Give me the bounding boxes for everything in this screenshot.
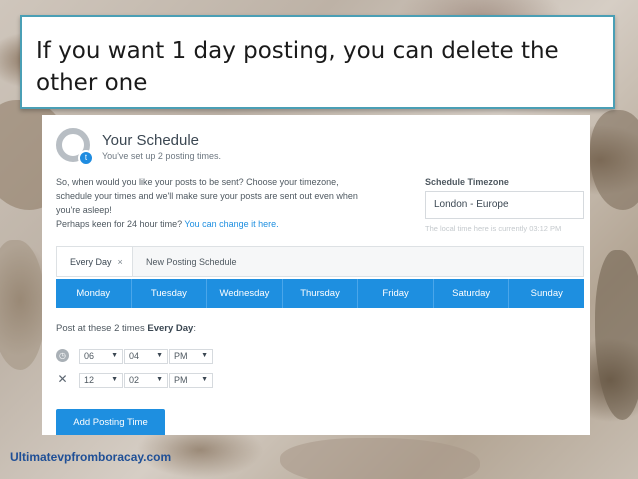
tab-every-day[interactable]: Every Day × — [57, 247, 133, 276]
description-line: Perhaps keen for 24 hour time? You can c… — [56, 217, 416, 231]
add-posting-time-button[interactable]: Add Posting Time — [56, 409, 165, 435]
background-stone — [0, 240, 45, 370]
chevron-down-icon: ▼ — [156, 352, 163, 359]
description-line: you're asleep! — [56, 205, 112, 215]
post-at-emphasis: Every Day — [147, 323, 194, 334]
ampm-value: PM — [174, 375, 188, 385]
clock-icon: ◷ — [56, 349, 69, 362]
timezone-note: The local time here is currently 03:12 P… — [425, 224, 562, 233]
hour-select[interactable]: 06 ▼ — [79, 349, 123, 364]
post-at-prefix: Post at these 2 times — [56, 323, 145, 334]
day-toggle-friday[interactable]: Friday — [358, 279, 434, 308]
background-stone — [590, 110, 638, 210]
day-toggle-saturday[interactable]: Saturday — [434, 279, 510, 308]
hour-value: 12 — [84, 375, 95, 385]
description-line: So, when would you like your posts to be… — [56, 177, 339, 187]
twitter-icon: t — [78, 150, 94, 166]
page-subtitle: You've set up 2 posting times. — [102, 151, 221, 161]
minute-select[interactable]: 04 ▼ — [124, 349, 168, 364]
chevron-down-icon: ▼ — [201, 376, 208, 383]
callout-text: If you want 1 day posting, you can delet… — [36, 38, 559, 96]
day-toggle-thursday[interactable]: Thursday — [283, 279, 359, 308]
day-toggle-wednesday[interactable]: Wednesday — [207, 279, 283, 308]
change-time-format-link[interactable]: You can change it here. — [184, 219, 278, 229]
minute-value: 02 — [129, 375, 140, 385]
day-toggle-monday[interactable]: Monday — [56, 279, 132, 308]
minute-select[interactable]: 02 ▼ — [124, 373, 168, 388]
day-toggle-tuesday[interactable]: Tuesday — [132, 279, 208, 308]
background-stone — [595, 250, 638, 420]
ampm-select[interactable]: PM ▼ — [169, 349, 213, 364]
hour-value: 06 — [84, 351, 95, 361]
site-watermark: Ultimatevpfromboracay.com — [10, 450, 172, 464]
chevron-down-icon: ▼ — [111, 376, 118, 383]
tab-label: Every Day — [70, 257, 112, 267]
chevron-down-icon: ▼ — [156, 376, 163, 383]
post-at-label: Post at these 2 times Every Day: — [56, 323, 196, 334]
close-icon[interactable]: × — [118, 257, 123, 267]
day-selector: Monday Tuesday Wednesday Thursday Friday… — [56, 279, 584, 308]
close-icon[interactable]: ✕ — [56, 373, 69, 386]
day-toggle-sunday[interactable]: Sunday — [509, 279, 584, 308]
schedule-panel: t Your Schedule You've set up 2 posting … — [42, 115, 590, 435]
description-line: schedule your times and we'll make sure … — [56, 191, 358, 201]
timezone-input[interactable]: London - Europe — [425, 191, 584, 219]
post-at-suffix: : — [193, 323, 196, 334]
tab-new-posting-schedule[interactable]: New Posting Schedule — [146, 257, 237, 267]
page-title: Your Schedule — [102, 132, 200, 149]
ampm-value: PM — [174, 351, 188, 361]
hour-select[interactable]: 12 ▼ — [79, 373, 123, 388]
buffer-logo: t — [56, 128, 94, 166]
background-stone — [280, 438, 480, 479]
chevron-down-icon: ▼ — [111, 352, 118, 359]
timezone-label: Schedule Timezone — [425, 177, 509, 187]
minute-value: 04 — [129, 351, 140, 361]
schedule-description: So, when would you like your posts to be… — [56, 175, 416, 231]
callout-box: If you want 1 day posting, you can delet… — [20, 15, 615, 109]
schedule-tabs: Every Day × New Posting Schedule — [56, 246, 584, 277]
description-text: Perhaps keen for 24 hour time? — [56, 219, 183, 229]
ampm-select[interactable]: PM ▼ — [169, 373, 213, 388]
chevron-down-icon: ▼ — [201, 352, 208, 359]
